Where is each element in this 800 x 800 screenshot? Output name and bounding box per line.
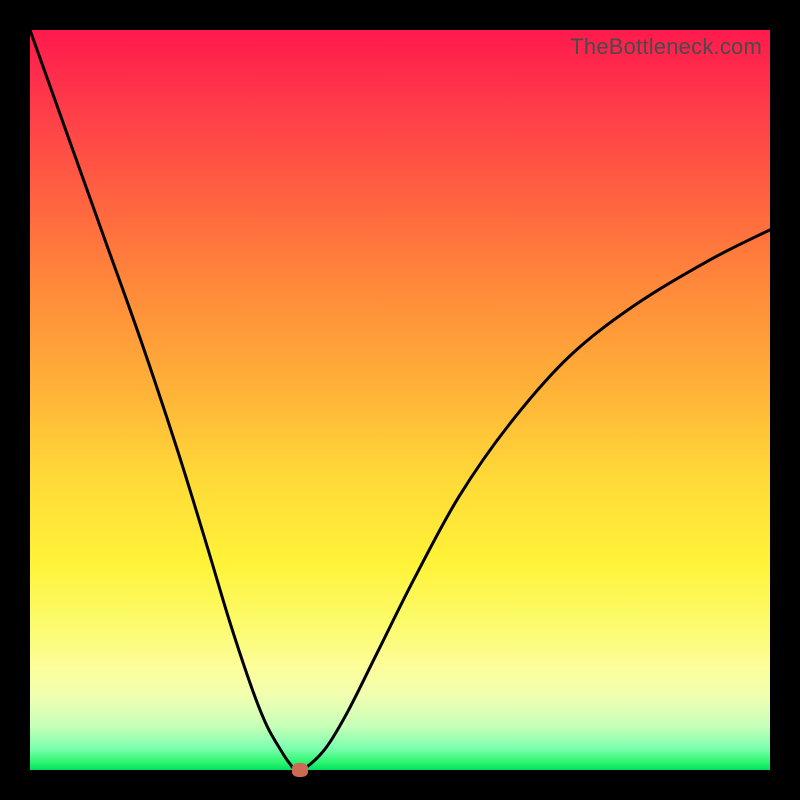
plot-area: TheBottleneck.com <box>30 30 770 770</box>
optimal-point-marker <box>292 763 308 777</box>
curve-path <box>30 30 770 770</box>
bottleneck-curve <box>30 30 770 770</box>
chart-frame: TheBottleneck.com <box>0 0 800 800</box>
